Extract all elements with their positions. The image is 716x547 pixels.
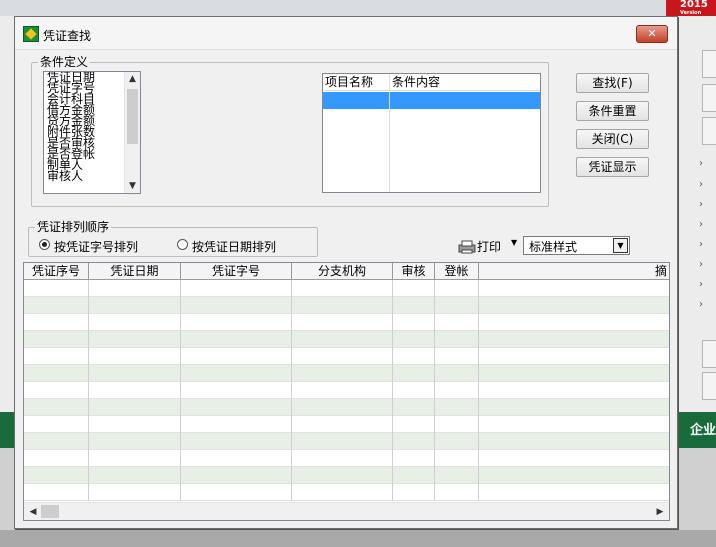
background-green-band-left [0,412,14,448]
dialog-titlebar[interactable]: 凭证查找 ✕ [15,17,677,50]
print-style-select[interactable]: 标准样式 ▼ [523,236,630,255]
condition-field-list[interactable]: 凭证日期 凭证字号 会计科目 借方金额 贷方金额 附件张数 是否审核 是否登帐 … [43,71,141,194]
background-banner: 企业 [678,412,716,448]
grid-header-posted[interactable]: 登帐 [435,263,479,280]
printer-icon[interactable] [458,240,476,254]
sort-by-number-radio[interactable] [39,239,50,250]
chevron-down-icon[interactable]: ▼ [613,238,628,253]
grid-row[interactable] [24,382,669,399]
chevron-right-icon: › [699,199,703,210]
grid-column-divider [434,280,435,501]
background-bottom-strip [0,530,716,547]
grid-column-divider [88,280,89,501]
grid-column-divider [291,280,292,501]
grid-header-voucher-number[interactable]: 凭证字号 [181,263,292,280]
sort-group-label: 凭证排列顺序 [35,220,112,234]
grid-header-voucher-date[interactable]: 凭证日期 [89,263,181,280]
app-icon [23,26,39,42]
background-side-button[interactable] [702,117,716,145]
condition-table[interactable]: 项目名称 条件内容 [322,73,541,193]
voucher-search-dialog: 凭证查找 ✕ 条件定义 凭证日期 凭证字号 会计科目 借方金额 贷方金额 附件张… [14,16,678,529]
condition-definition-group: 条件定义 凭证日期 凭证字号 会计科目 借方金额 贷方金额 附件张数 是否审核 … [31,55,549,207]
grid-row[interactable] [24,280,669,297]
chevron-right-icon: › [699,219,703,230]
column-header-item-name[interactable]: 项目名称 [323,74,390,91]
background-side-button[interactable] [702,372,716,400]
background-side-button[interactable] [702,340,716,368]
grid-row[interactable] [24,433,669,450]
find-button[interactable]: 查找(F) [576,73,649,93]
background-side-button[interactable] [702,50,716,78]
grid-header-summary[interactable]: 摘 [479,263,669,280]
scroll-right-icon[interactable]: ▶ [653,505,667,519]
chevron-right-icon: › [699,179,703,190]
print-style-value: 标准样式 [529,240,578,254]
chevron-right-icon: › [699,239,703,250]
print-dropdown-icon[interactable]: ▼ [511,238,517,247]
scrollbar-thumb[interactable] [127,89,138,144]
grid-header-branch[interactable]: 分支机构 [292,263,393,280]
background-app-topbar [0,0,716,16]
grid-column-divider [478,280,479,501]
grid-row[interactable] [24,331,669,348]
grid-row[interactable] [24,348,669,365]
column-header-condition-content[interactable]: 条件内容 [390,74,540,91]
chevron-right-icon: › [699,158,703,169]
field-list-scrollbar[interactable]: ▲ ▼ [124,72,140,193]
grid-header-voucher-seq[interactable]: 凭证序号 [24,263,89,280]
print-button[interactable]: 打印 [477,238,501,255]
grid-row[interactable] [24,467,669,484]
chevron-right-icon: › [699,279,703,290]
scrollbar-thumb[interactable] [41,505,59,518]
voucher-grid[interactable]: 凭证序号 凭证日期 凭证字号 分支机构 审核 登帐 摘 ◀ ▶ [23,262,670,521]
grid-row[interactable] [24,399,669,416]
close-button[interactable]: 关闭(C) [576,129,649,149]
dialog-title: 凭证查找 [43,29,92,43]
grid-row[interactable] [24,484,669,501]
chevron-right-icon: › [699,299,703,310]
sort-order-group: 凭证排列顺序 按凭证字号排列 按凭证日期排列 [28,220,318,257]
scroll-down-icon[interactable]: ▼ [125,179,140,193]
brand-logo-text: 2015 [680,0,708,10]
grid-row[interactable] [24,365,669,382]
background-side-button[interactable] [702,84,716,112]
brand-logo: 2015 Version [666,0,716,16]
column-divider [389,74,390,192]
sort-by-date-label[interactable]: 按凭证日期排列 [192,238,276,255]
sort-by-number-label[interactable]: 按凭证字号排列 [54,238,138,255]
scroll-up-icon[interactable]: ▲ [125,72,140,86]
condition-group-label: 条件定义 [38,55,91,69]
sort-by-date-radio[interactable] [177,239,188,250]
grid-column-divider [392,280,393,501]
show-voucher-button[interactable]: 凭证显示 [576,157,649,177]
grid-column-divider [180,280,181,501]
close-window-button[interactable]: ✕ [636,25,668,43]
reset-conditions-button[interactable]: 条件重置 [576,101,649,121]
grid-row[interactable] [24,450,669,467]
condition-table-selected-row[interactable] [323,92,540,109]
grid-row[interactable] [24,314,669,331]
grid-header: 凭证序号 凭证日期 凭证字号 分支机构 审核 登帐 摘 [24,263,669,280]
background-banner-text: 企业 [690,422,716,437]
scroll-left-icon[interactable]: ◀ [26,505,40,519]
chevron-right-icon: › [699,259,703,270]
grid-header-audit[interactable]: 审核 [393,263,435,280]
grid-row[interactable] [24,416,669,433]
grid-row[interactable] [24,297,669,314]
grid-horizontal-scrollbar[interactable]: ◀ ▶ [24,502,669,520]
